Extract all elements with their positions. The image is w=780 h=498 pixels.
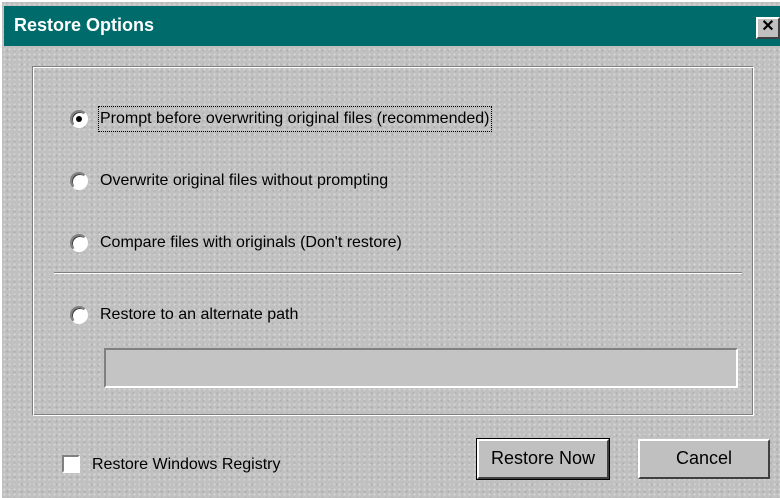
cancel-button[interactable]: Cancel [638, 439, 770, 479]
option-label: Overwrite original files without prompti… [100, 172, 389, 189]
separator [54, 272, 742, 274]
radio-selected-dot [76, 116, 82, 122]
restore-now-button[interactable]: Restore Now [476, 438, 610, 480]
dialog-title: Restore Options [14, 15, 155, 35]
restore-registry-label: Restore Windows Registry [92, 456, 281, 473]
restore-registry-checkbox[interactable] [62, 455, 80, 473]
title-bar[interactable]: Restore Options [4, 6, 780, 46]
radio-button[interactable] [70, 172, 88, 190]
option-label: Prompt before overwriting original files… [98, 106, 492, 132]
radio-button[interactable] [70, 110, 88, 128]
option-label: Restore to an alternate path [100, 306, 299, 323]
radio-button[interactable] [70, 306, 88, 324]
close-icon: ✕ [761, 18, 775, 35]
alternate-path-input[interactable] [104, 348, 738, 388]
close-button[interactable]: ✕ [756, 17, 780, 39]
restore-options-dialog: Restore Options ✕ Prompt before overwrit… [0, 0, 780, 498]
radio-button[interactable] [70, 234, 88, 252]
option-label: Compare files with originals (Don't rest… [100, 234, 402, 251]
